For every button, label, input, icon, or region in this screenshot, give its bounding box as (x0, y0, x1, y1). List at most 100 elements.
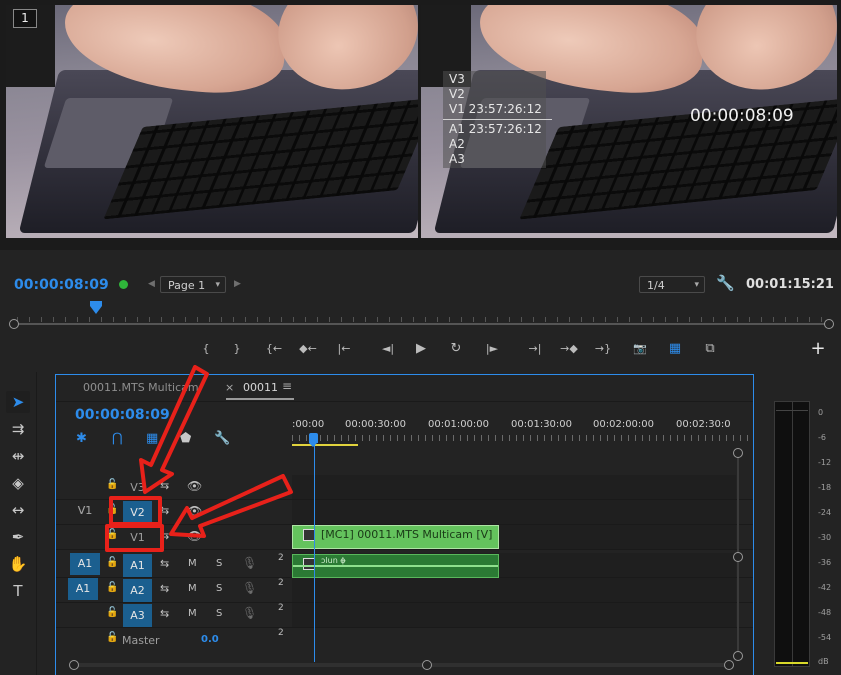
scroll-handle-bottom[interactable] (733, 651, 743, 661)
tab-multicam-sequence[interactable]: 00011.MTS Multicam (83, 381, 199, 394)
lock-icon[interactable]: 🔓 (106, 479, 118, 490)
timeline-settings-wrench-icon[interactable]: 🔧 (214, 431, 230, 446)
camera-1-view[interactable] (6, 5, 418, 238)
page-select[interactable]: Page 1 ▾ (160, 276, 226, 293)
lift-button[interactable]: →◆ (558, 338, 580, 360)
db-label: -42 (818, 583, 832, 592)
ripple-edit-tool-icon[interactable]: ⇹ (6, 445, 30, 467)
sync-lock-icon[interactable]: ⇆ (160, 607, 169, 620)
snap-icon[interactable]: ⋂ (112, 431, 123, 446)
monitor-playhead[interactable] (90, 301, 102, 314)
master-volume-value[interactable]: 0.0 (201, 634, 219, 645)
track-lane-a3[interactable] (292, 603, 736, 627)
playhead-timecode[interactable]: 00:00:08:09 (14, 277, 109, 293)
scrub-end-handle[interactable] (824, 319, 834, 329)
insert-sequence-icon[interactable]: ✱ (76, 431, 87, 446)
panel-menu-icon[interactable]: ≡ (282, 379, 292, 393)
track-target-a1[interactable]: A1 (123, 554, 152, 577)
compare-view-icon[interactable]: ⧉ (699, 338, 721, 360)
step-back-edit-button[interactable]: |← (333, 338, 355, 360)
step-back-button[interactable]: ◄| (377, 338, 399, 360)
sync-lock-icon[interactable]: ⇆ (160, 582, 169, 595)
track-lane-a2[interactable] (292, 578, 736, 602)
solo-button[interactable]: S (216, 608, 222, 619)
solo-button[interactable]: S (216, 583, 222, 594)
track-target-v2[interactable]: V2 (123, 501, 152, 524)
track-row-a3: 🔓 A3 ⇆ M S 🎙 2 (56, 603, 753, 628)
mark-in-button[interactable]: { (195, 338, 217, 360)
loop-button[interactable]: ↻ (445, 338, 467, 360)
add-button[interactable]: + (807, 338, 829, 360)
audio-clip[interactable]: ɔ͏lun ɸ̶ (292, 554, 499, 578)
mute-button[interactable]: M (188, 608, 197, 619)
source-patch-v1-label[interactable]: V1 (70, 500, 100, 522)
lock-icon[interactable]: 🔓 (106, 557, 118, 568)
mute-button[interactable]: M (188, 583, 197, 594)
horizontal-scrollbar[interactable] (69, 658, 734, 672)
lock-icon[interactable]: 🔓 (106, 504, 118, 515)
sequence-timecode[interactable]: 00:00:08:09 (75, 407, 170, 423)
work-area-bar[interactable] (292, 444, 358, 446)
add-marker-button[interactable]: ◆← (297, 338, 319, 360)
go-to-in-button[interactable]: {← (263, 338, 285, 360)
timeline-playhead[interactable] (309, 433, 318, 447)
lock-icon[interactable]: 🔓 (106, 529, 118, 540)
clip-label: [MC1] 00011.MTS Multicam [V] (321, 528, 493, 541)
vertical-scrollbar[interactable] (733, 448, 743, 661)
play-button[interactable]: ▶ (410, 338, 432, 360)
eye-icon[interactable]: 👁 (187, 504, 202, 518)
step-forward-edit-button[interactable]: →| (524, 338, 546, 360)
sync-lock-icon[interactable]: ⇆ (160, 529, 169, 542)
lock-icon[interactable]: 🔓 (106, 632, 118, 643)
zoom-handle-right[interactable] (422, 660, 432, 670)
selection-tool-icon[interactable]: ➤ (6, 391, 30, 413)
go-to-out-button[interactable]: →} (592, 338, 614, 360)
video-clip[interactable]: [MC1] 00011.MTS Multicam [V] (292, 525, 499, 549)
scrub-start-handle[interactable] (9, 319, 19, 329)
track-lane-v2[interactable] (292, 500, 736, 524)
microphone-icon[interactable]: 🎙 (242, 606, 257, 620)
wrench-icon[interactable]: 🔧 (716, 274, 735, 292)
close-icon[interactable]: × (225, 381, 234, 394)
monitor-scrub-bar[interactable] (9, 317, 834, 331)
eye-icon[interactable]: 👁 (187, 479, 202, 493)
add-marker-icon[interactable]: ⬟ (180, 431, 191, 446)
sync-lock-icon[interactable]: ⇆ (160, 557, 169, 570)
track-lane-v3[interactable] (292, 475, 736, 499)
solo-button[interactable]: S (216, 558, 222, 569)
multicam-view-icon[interactable]: ▦ (664, 338, 686, 360)
source-patch-a1-label[interactable]: A1 (68, 578, 98, 600)
mute-button[interactable]: M (188, 558, 197, 569)
scroll-handle-middle[interactable] (733, 552, 743, 562)
step-forward-button[interactable]: |► (481, 338, 503, 360)
pen-tool-icon[interactable]: ✒ (6, 526, 30, 548)
track-select-tool-icon[interactable]: ⇉ (6, 418, 30, 440)
hand-tool-icon[interactable]: ✋ (6, 553, 30, 575)
lock-icon[interactable]: 🔓 (106, 582, 118, 593)
track-target-a2[interactable]: A2 (123, 579, 152, 602)
sync-lock-icon[interactable]: ⇆ (160, 504, 169, 517)
eye-icon[interactable]: 👁 (187, 529, 202, 543)
linked-selection-icon[interactable]: ▦ (146, 431, 158, 446)
track-target-a3[interactable]: A3 (123, 604, 152, 627)
scroll-handle-top[interactable] (733, 448, 743, 458)
tab-sequence-00011[interactable]: 00011 (243, 381, 278, 394)
microphone-icon[interactable]: 🎙 (242, 556, 257, 570)
mark-out-button[interactable]: } (226, 338, 248, 360)
track-target-v1[interactable]: V1 (123, 526, 152, 549)
page-prev-icon[interactable]: ◀ (148, 279, 155, 289)
type-tool-icon[interactable]: T (6, 580, 30, 602)
zoom-handle-left[interactable] (69, 660, 79, 670)
track-target-v3[interactable]: V3 (123, 476, 152, 499)
slip-tool-icon[interactable]: ↔ (6, 499, 30, 521)
lock-icon[interactable]: 🔓 (106, 607, 118, 618)
time-ruler[interactable]: :00:00 00:00:30:00 00:01:00:00 00:01:30:… (292, 413, 753, 449)
microphone-icon[interactable]: 🎙 (242, 581, 257, 595)
camera-icon[interactable]: 📷 (629, 338, 651, 360)
scroll-end-handle[interactable] (724, 660, 734, 670)
page-next-icon[interactable]: ▶ (234, 279, 241, 289)
sync-lock-icon[interactable]: ⇆ (160, 479, 169, 492)
playback-resolution-select[interactable]: 1/4 ▾ (639, 276, 705, 293)
source-patch-a1[interactable]: A1 (70, 553, 100, 575)
razor-tool-icon[interactable]: ◈ (6, 472, 30, 494)
